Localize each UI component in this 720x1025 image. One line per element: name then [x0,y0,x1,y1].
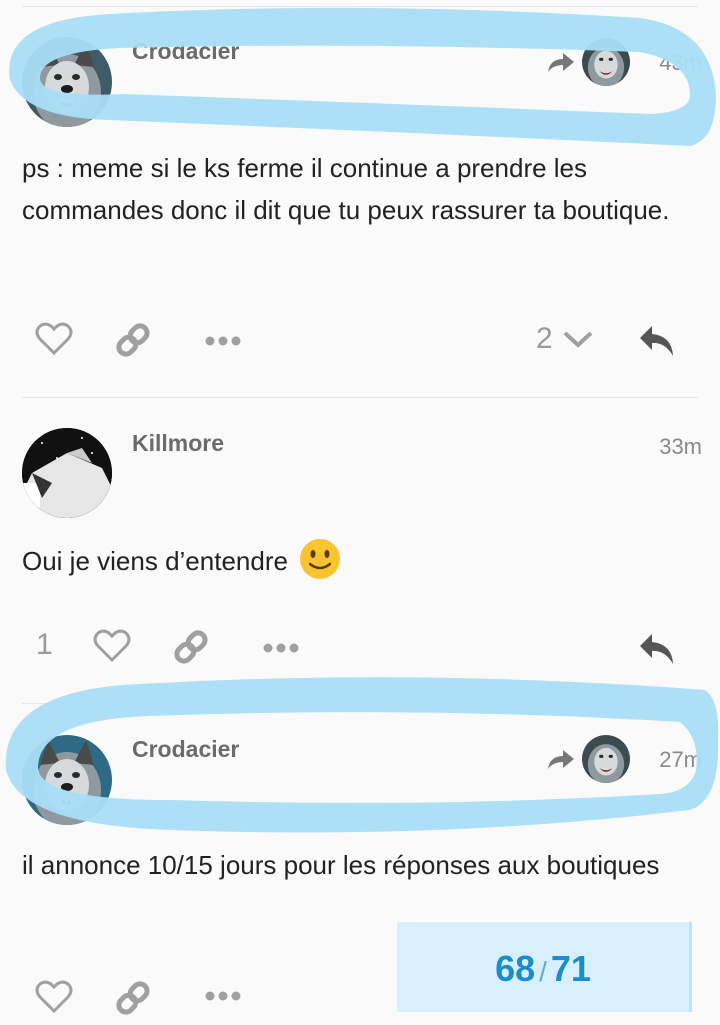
reply-to-indicator[interactable] [546,38,630,86]
heart-icon [35,980,73,1014]
more-options-button[interactable] [205,990,241,1002]
reply-to-indicator[interactable] [546,735,630,783]
chevron-down-icon [563,331,593,348]
post-time[interactable]: 27m [659,747,702,773]
link-icon [116,981,150,1015]
progress-current: 68 [495,948,536,989]
copy-link-button[interactable] [113,978,153,1018]
post-actions: 1 [0,624,720,674]
post-divider [22,703,698,704]
reply-button[interactable] [638,632,676,666]
link-icon [174,630,208,664]
wolf-avatar-icon [582,38,630,86]
avatar[interactable] [22,428,112,518]
more-icon [263,643,299,653]
post-content: il annonce 10/15 jours pour les réponses… [22,850,660,880]
username[interactable]: Crodacier [132,736,239,763]
post-time[interactable]: 43m [659,50,702,76]
replies-count: 2 [536,322,553,355]
like-button[interactable] [35,322,73,356]
reply-to-avatar [582,38,630,86]
copy-link-button[interactable] [113,320,153,360]
link-icon [116,323,150,357]
heart-icon [35,322,73,356]
post-time[interactable]: 33m [659,434,702,460]
reply-button[interactable] [638,324,676,358]
like-count-button[interactable]: 1 [36,628,53,662]
more-options-button[interactable] [263,642,299,654]
post-text: Oui je viens d’entendre [22,546,288,576]
like-count: 1 [36,628,53,661]
topic-progress[interactable]: 68/71 [397,922,692,1012]
wolf-avatar-icon [582,735,630,783]
reply-icon [640,634,673,664]
post-divider [22,397,698,398]
progress-total: 71 [550,948,591,989]
copy-link-button[interactable] [171,627,211,667]
more-options-button[interactable] [205,335,241,347]
more-icon [205,336,241,346]
progress-counter: 68/71 [397,948,689,990]
show-replies-button[interactable]: 2 [536,322,595,356]
heart-icon [93,629,131,663]
wolf-avatar-icon [22,735,112,825]
reply-to-arrow-icon [548,53,574,72]
wolf-avatar-icon [22,37,112,127]
progress-separator: / [539,956,547,987]
more-icon [205,991,241,1001]
reply-icon [640,326,673,356]
like-button[interactable] [93,629,131,663]
username[interactable]: Crodacier [132,38,239,65]
avatar[interactable] [22,735,112,825]
smile-emoji [300,539,341,579]
reply-to-arrow-icon [548,750,574,769]
avatar[interactable] [22,37,112,127]
post-content: ps : meme si le ks ferme il continue a p… [22,153,670,225]
reply-to-avatar [582,735,630,783]
like-button[interactable] [35,980,73,1014]
post-divider [22,6,698,7]
username[interactable]: Killmore [132,430,224,457]
post-actions: 2 [0,317,720,367]
post-content: Oui je viens d’entendre [22,538,690,582]
penguin-avatar-icon [22,428,112,518]
